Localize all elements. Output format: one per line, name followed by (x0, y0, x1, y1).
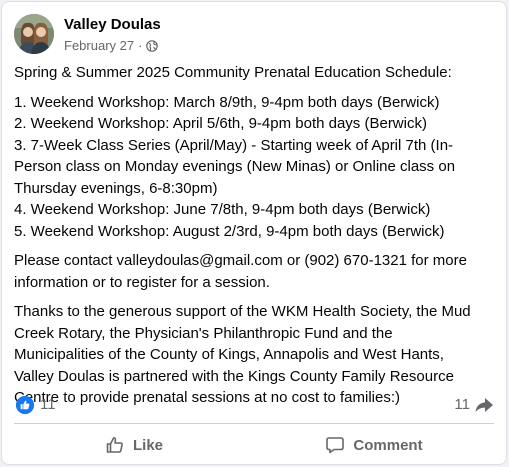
post-body: Spring & Summer 2025 Community Prenatal … (14, 62, 496, 417)
thumbs-up-icon[interactable] (16, 396, 34, 414)
comment-button[interactable]: Comment (254, 427, 494, 463)
post-line: Person class on Monday evenings (New Min… (14, 158, 456, 175)
post-line: 5. Weekend Workshop: August 2/3rd, 9-4pm… (14, 222, 445, 240)
post-paragraph: Please contact valleydoulas@gmail.com or… (14, 250, 496, 293)
post-line: Thursday evenings, 6-8:30pm) (14, 179, 218, 197)
meta-separator: · (138, 38, 143, 53)
post-card: Valley Doulas February 27 · Spring & Sum… (1, 1, 507, 465)
share-count[interactable]: 11 (454, 396, 470, 413)
post-line: 4. Weekend Workshop: June 7/8th, 9-4pm b… (14, 201, 431, 218)
comment-label: Comment (353, 436, 423, 454)
post-line: information or to register for a session… (14, 273, 270, 291)
like-button[interactable]: Like (14, 427, 254, 463)
post-line: Thanks to the generous support of the WK… (14, 303, 471, 320)
post-line: 1. Weekend Workshop: March 8/9th, 9-4pm … (14, 93, 440, 111)
post-line: Spring & Summer 2025 Community Prenatal … (14, 64, 452, 81)
post-paragraph: 1. Weekend Workshop: March 8/9th, 9-4pm … (14, 92, 496, 243)
like-icon (106, 437, 123, 453)
post-line: Please contact valleydoulas@gmail.com or… (14, 252, 467, 269)
globe-icon[interactable] (146, 39, 159, 52)
post-date[interactable]: February 27 (64, 38, 134, 53)
comment-icon (326, 437, 345, 454)
post-paragraph: Spring & Summer 2025 Community Prenatal … (14, 62, 496, 84)
avatar-image (14, 14, 54, 54)
post-meta: February 27 · (64, 38, 159, 53)
post-line: 2. Weekend Workshop: April 5/6th, 9-4pm … (14, 115, 427, 132)
share-arrow-icon[interactable] (474, 396, 494, 414)
like-count[interactable]: 11 (40, 396, 56, 413)
post-paragraph: Thanks to the generous support of the WK… (14, 301, 496, 409)
divider (14, 423, 494, 424)
like-label: Like (132, 436, 163, 454)
post-line: 3. 7-Week Class Series (April/May) - Sta… (14, 136, 454, 154)
avatar[interactable] (14, 14, 54, 54)
post-actions: Like Comment (14, 427, 494, 463)
post-line: Valley Doulas is partnered with the King… (14, 367, 454, 385)
post-line: Creek Rotary, the Physician's Philanthro… (14, 324, 393, 342)
reactions-bar: 11 11 (14, 394, 494, 416)
post-line: Municipalities of the County of Kings, A… (14, 346, 444, 363)
post-author[interactable]: Valley Doulas (64, 16, 161, 33)
